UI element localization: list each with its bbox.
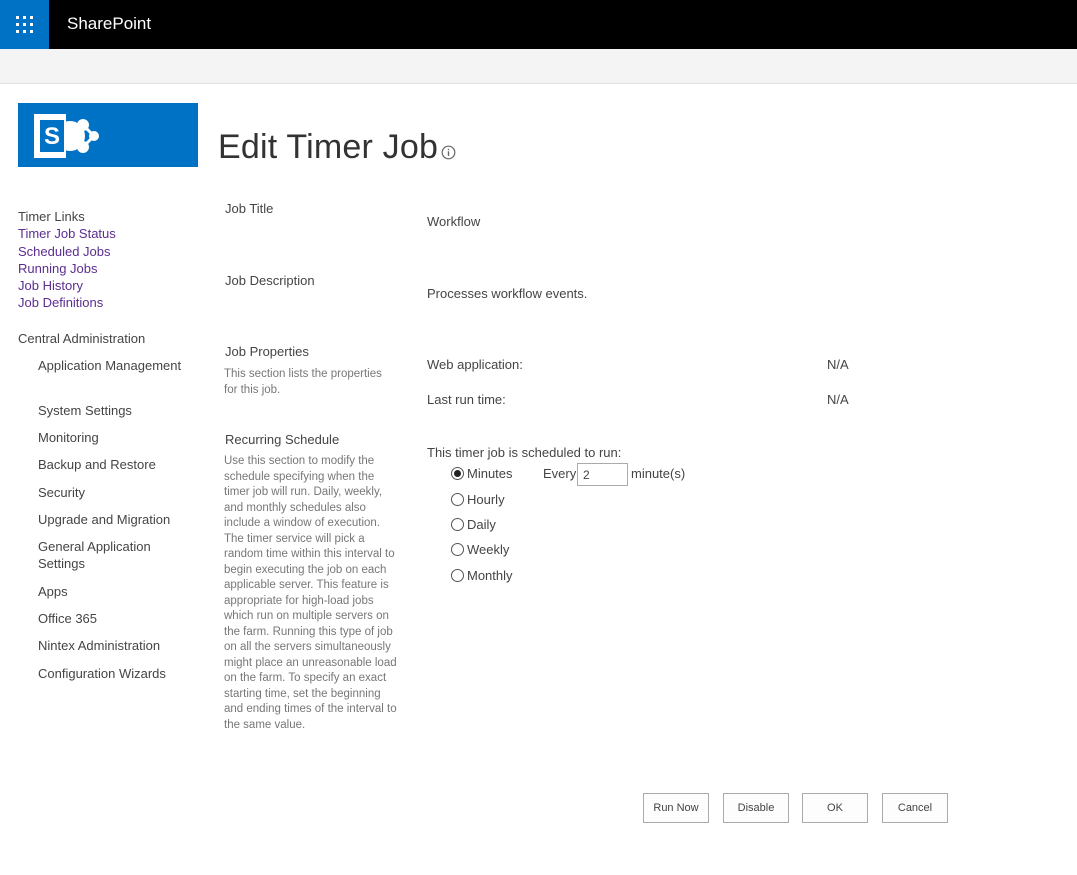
nav-item-office-365[interactable]: Office 365 (38, 610, 188, 627)
nav-item-monitoring[interactable]: Monitoring (38, 429, 188, 446)
minutes-unit-label: minute(s) (631, 466, 686, 481)
site-logo[interactable]: S (18, 103, 198, 167)
last-run-time-value: N/A (827, 392, 849, 407)
nav-link-job-definitions[interactable]: Job Definitions (18, 295, 103, 310)
info-icon[interactable] (441, 145, 456, 160)
nav-link-scheduled-jobs[interactable]: Scheduled Jobs (18, 244, 111, 259)
svg-text:S: S (44, 123, 60, 150)
last-run-time-label: Last run time: (427, 392, 506, 407)
every-label: Every (543, 466, 577, 481)
nav-item-general-application-settings[interactable]: General Application Settings (38, 538, 188, 572)
recurring-schedule-description: Use this section to modify the schedule … (224, 455, 397, 731)
nav-item-backup-and-restore[interactable]: Backup and Restore (38, 456, 188, 473)
recurring-schedule-label: Recurring Schedule (225, 432, 340, 447)
job-description-value: Processes workflow events. (427, 286, 588, 301)
nav-link-timer-job-status[interactable]: Timer Job Status (18, 226, 116, 241)
disable-button[interactable]: Disable (723, 793, 789, 823)
schedule-prompt: This timer job is scheduled to run: (427, 445, 622, 460)
ribbon-bar (0, 49, 1077, 84)
radio-label: Daily (467, 517, 496, 532)
nav-item-upgrade-and-migration[interactable]: Upgrade and Migration (38, 511, 188, 528)
web-application-value: N/A (827, 357, 849, 372)
radio-button[interactable] (451, 543, 464, 556)
job-description-label: Job Description (225, 273, 315, 288)
brand-name[interactable]: SharePoint (67, 14, 151, 34)
radio-button[interactable] (451, 493, 464, 506)
nav-item-application-management[interactable]: Application Management (38, 357, 188, 374)
nav-link-running-jobs[interactable]: Running Jobs (18, 261, 98, 276)
job-properties-label: Job Properties (225, 344, 309, 359)
radio-button[interactable] (451, 467, 464, 480)
nav-heading-central-administration[interactable]: Central Administration (18, 331, 145, 346)
nav-item-apps[interactable]: Apps (38, 583, 188, 600)
nav-item-system-settings[interactable]: System Settings (38, 402, 188, 419)
suite-bar: SharePoint (0, 0, 1077, 49)
radio-label: Minutes (467, 466, 513, 481)
nav-heading-timer-links: Timer Links (18, 209, 85, 224)
radio-label: Monthly (467, 568, 513, 583)
nav-item-security[interactable]: Security (38, 484, 188, 501)
job-title-value: Workflow (427, 214, 481, 229)
web-application-label: Web application: (427, 357, 523, 372)
app-launcher-icon[interactable] (0, 0, 49, 49)
job-properties-description: This section lists the properties for th… (224, 368, 382, 396)
nav-item-nintex-administration[interactable]: Nintex Administration (38, 637, 188, 654)
nav-link-job-history[interactable]: Job History (18, 278, 83, 293)
run-now-button[interactable]: Run Now (643, 793, 709, 823)
radio-label: Hourly (467, 492, 505, 507)
sharepoint-logo-icon: S (34, 114, 99, 158)
every-minutes-input[interactable] (577, 463, 628, 486)
page-title: Edit Timer Job (218, 128, 439, 166)
radio-label: Weekly (467, 542, 510, 557)
radio-button[interactable] (451, 569, 464, 582)
nav-item-configuration-wizards[interactable]: Configuration Wizards (38, 665, 188, 682)
radio-button[interactable] (451, 518, 464, 531)
ok-button[interactable]: OK (802, 793, 868, 823)
cancel-button[interactable]: Cancel (882, 793, 948, 823)
job-title-label: Job Title (225, 201, 274, 216)
